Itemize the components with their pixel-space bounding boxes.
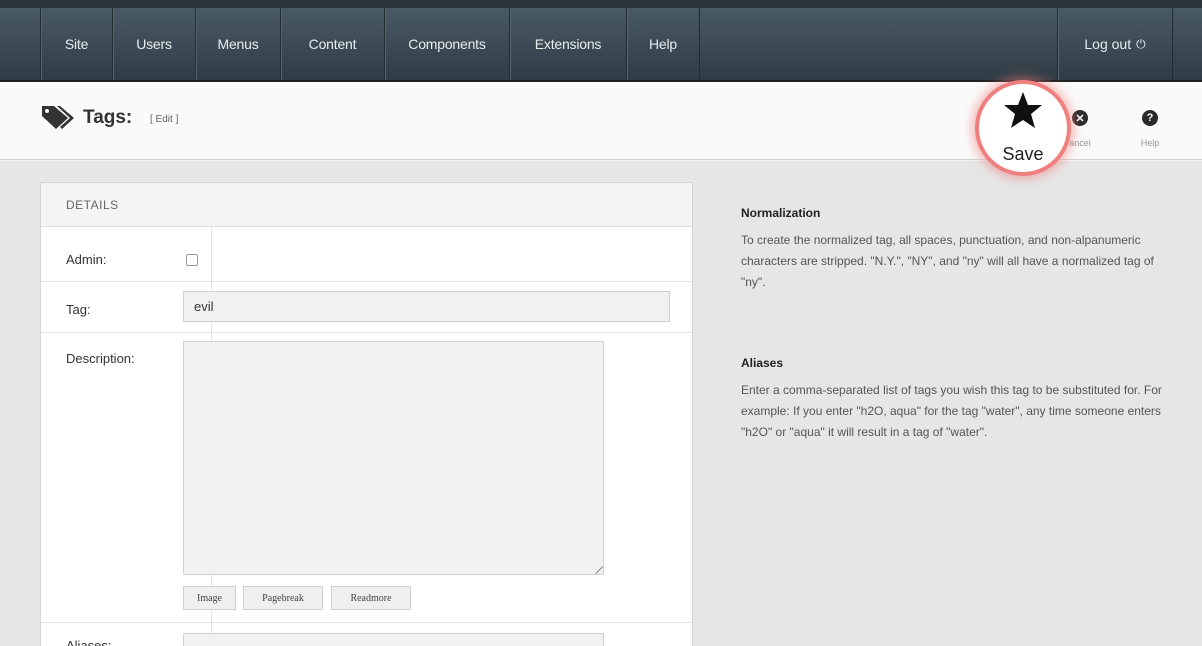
page-subtitle: [ Edit ] (150, 114, 179, 125)
panel-header: DETAILS (41, 183, 692, 227)
aliases-row: Aliases: (41, 623, 692, 646)
top-navigation-bar: Site Users Menus Content Components Exte… (0, 0, 1202, 82)
help-label: Help (1140, 138, 1160, 148)
close-icon: ✕ (1072, 110, 1088, 126)
tag-row: Tag: (41, 282, 692, 333)
logout-label: Log out (1084, 36, 1132, 52)
nav-item-users[interactable]: Users (112, 8, 195, 80)
admin-label: Admin: (66, 252, 107, 267)
save-button[interactable]: Save (975, 80, 1071, 176)
row-divider (211, 227, 212, 281)
main-menu: Site Users Menus Content Components Exte… (40, 8, 700, 80)
description-label: Description: (66, 351, 135, 366)
nav-item-extensions[interactable]: Extensions (509, 8, 626, 80)
pagebreak-button[interactable]: Pagebreak (243, 586, 323, 610)
nav-item-components[interactable]: Components (384, 8, 509, 80)
power-icon: ⏻ (1136, 36, 1146, 51)
tag-label: Tag: (66, 302, 91, 317)
readmore-button[interactable]: Readmore (331, 586, 411, 610)
normalization-help: Normalization To create the normalized t… (741, 206, 1171, 293)
normalization-title: Normalization (741, 206, 821, 220)
description-row: Description: Image Pagebreak Readmore (41, 333, 692, 623)
details-panel: DETAILS Admin: Tag: Description: Image P… (40, 182, 693, 646)
logout-link[interactable]: Log out ⏻ (1057, 8, 1173, 80)
tags-icon (42, 106, 74, 129)
nav-item-menus[interactable]: Menus (195, 8, 280, 80)
aliases-input[interactable] (183, 633, 604, 646)
nav-item-help[interactable]: Help (626, 8, 700, 80)
save-label: Save (1002, 144, 1044, 164)
nav-item-site[interactable]: Site (40, 8, 112, 80)
question-icon: ? (1142, 110, 1158, 126)
aliases-text: Enter a comma-separated list of tags you… (741, 383, 1162, 439)
page-title: Tags: (83, 107, 133, 128)
help-button[interactable]: ? Help (1120, 98, 1180, 158)
aliases-title: Aliases (741, 356, 784, 370)
image-button[interactable]: Image (183, 586, 236, 610)
admin-checkbox[interactable] (186, 254, 198, 266)
aliases-help: Aliases Enter a comma-separated list of … (741, 356, 1171, 443)
aliases-label: Aliases: (66, 638, 112, 646)
normalization-text: To create the normalized tag, all spaces… (741, 233, 1154, 289)
admin-row: Admin: (41, 227, 692, 282)
star-icon (1004, 92, 1042, 128)
nav-item-content[interactable]: Content (280, 8, 384, 80)
tag-input[interactable] (183, 291, 670, 322)
description-textarea[interactable] (183, 341, 604, 575)
